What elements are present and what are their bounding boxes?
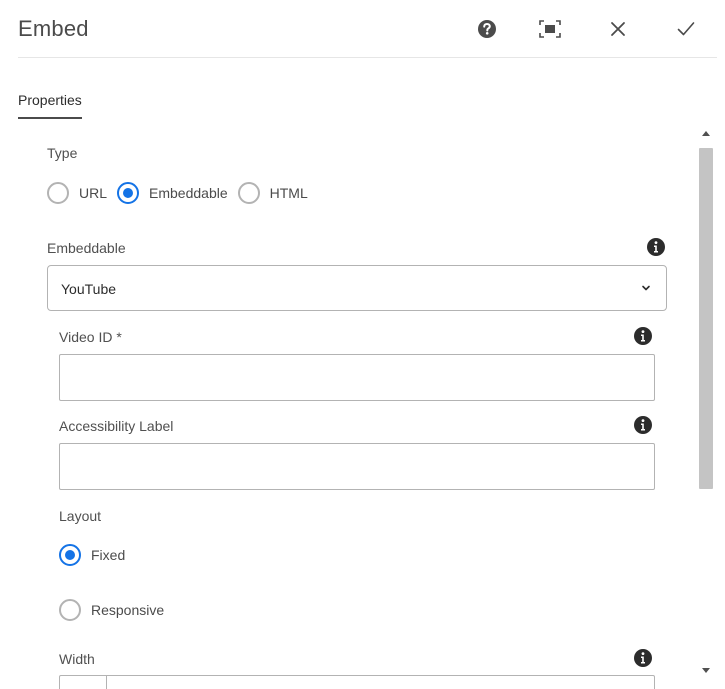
info-icon[interactable] [632,325,654,347]
tab-properties[interactable]: Properties [18,92,82,119]
arrow-up-icon [702,131,710,136]
width-input-divider [106,676,107,689]
dialog-title: Embed [18,16,89,41]
help-icon [478,20,496,38]
width-input[interactable] [59,675,655,689]
help-button[interactable] [473,15,501,43]
embeddable-select[interactable]: YouTube [47,265,667,311]
fullscreen-button[interactable] [536,15,564,43]
embeddable-label: Embeddable [47,240,126,256]
radio-embeddable-label[interactable]: Embeddable [149,185,228,201]
radio-fixed[interactable] [59,544,81,566]
radio-responsive[interactable] [59,599,81,621]
radio-url-label[interactable]: URL [79,185,107,201]
radio-html[interactable] [237,182,260,204]
layout-radio-fixed-row: Fixed [59,544,125,566]
done-button[interactable] [672,15,700,43]
radio-html-label[interactable]: HTML [270,185,308,201]
info-icon[interactable] [632,647,654,669]
scrollbar[interactable] [698,126,714,678]
radio-url[interactable] [47,182,69,204]
radio-embeddable[interactable] [117,182,140,204]
embeddable-select-value: YouTube [61,281,117,297]
width-label: Width [59,651,95,667]
scroll-up-button[interactable] [698,126,714,140]
layout-radio-responsive-row: Responsive [59,599,164,621]
dialog-content: Type URL Embeddable HTML Embeddable YouT… [0,126,695,689]
accessibility-label-input[interactable] [59,443,655,490]
type-label: Type [47,145,78,161]
dialog-header: Embed [0,0,725,58]
chevron-down-icon [642,285,650,291]
checkmark-icon [677,22,695,36]
radio-responsive-label[interactable]: Responsive [91,602,164,618]
radio-fixed-label[interactable]: Fixed [91,547,125,563]
info-icon[interactable] [645,236,667,258]
scroll-down-button[interactable] [698,664,714,678]
close-icon [611,22,625,36]
layout-label: Layout [59,508,102,524]
close-button[interactable] [604,15,632,43]
video-id-input[interactable] [59,354,655,401]
type-radio-group: URL Embeddable HTML [47,182,308,204]
fullscreen-icon [539,20,561,38]
scrollbar-thumb[interactable] [699,148,713,489]
arrow-down-icon [702,668,710,673]
accessibility-label-label: Accessibility Label [59,418,174,434]
video-id-label: Video ID * [59,329,122,345]
info-icon[interactable] [632,414,654,436]
header-divider [18,57,717,58]
